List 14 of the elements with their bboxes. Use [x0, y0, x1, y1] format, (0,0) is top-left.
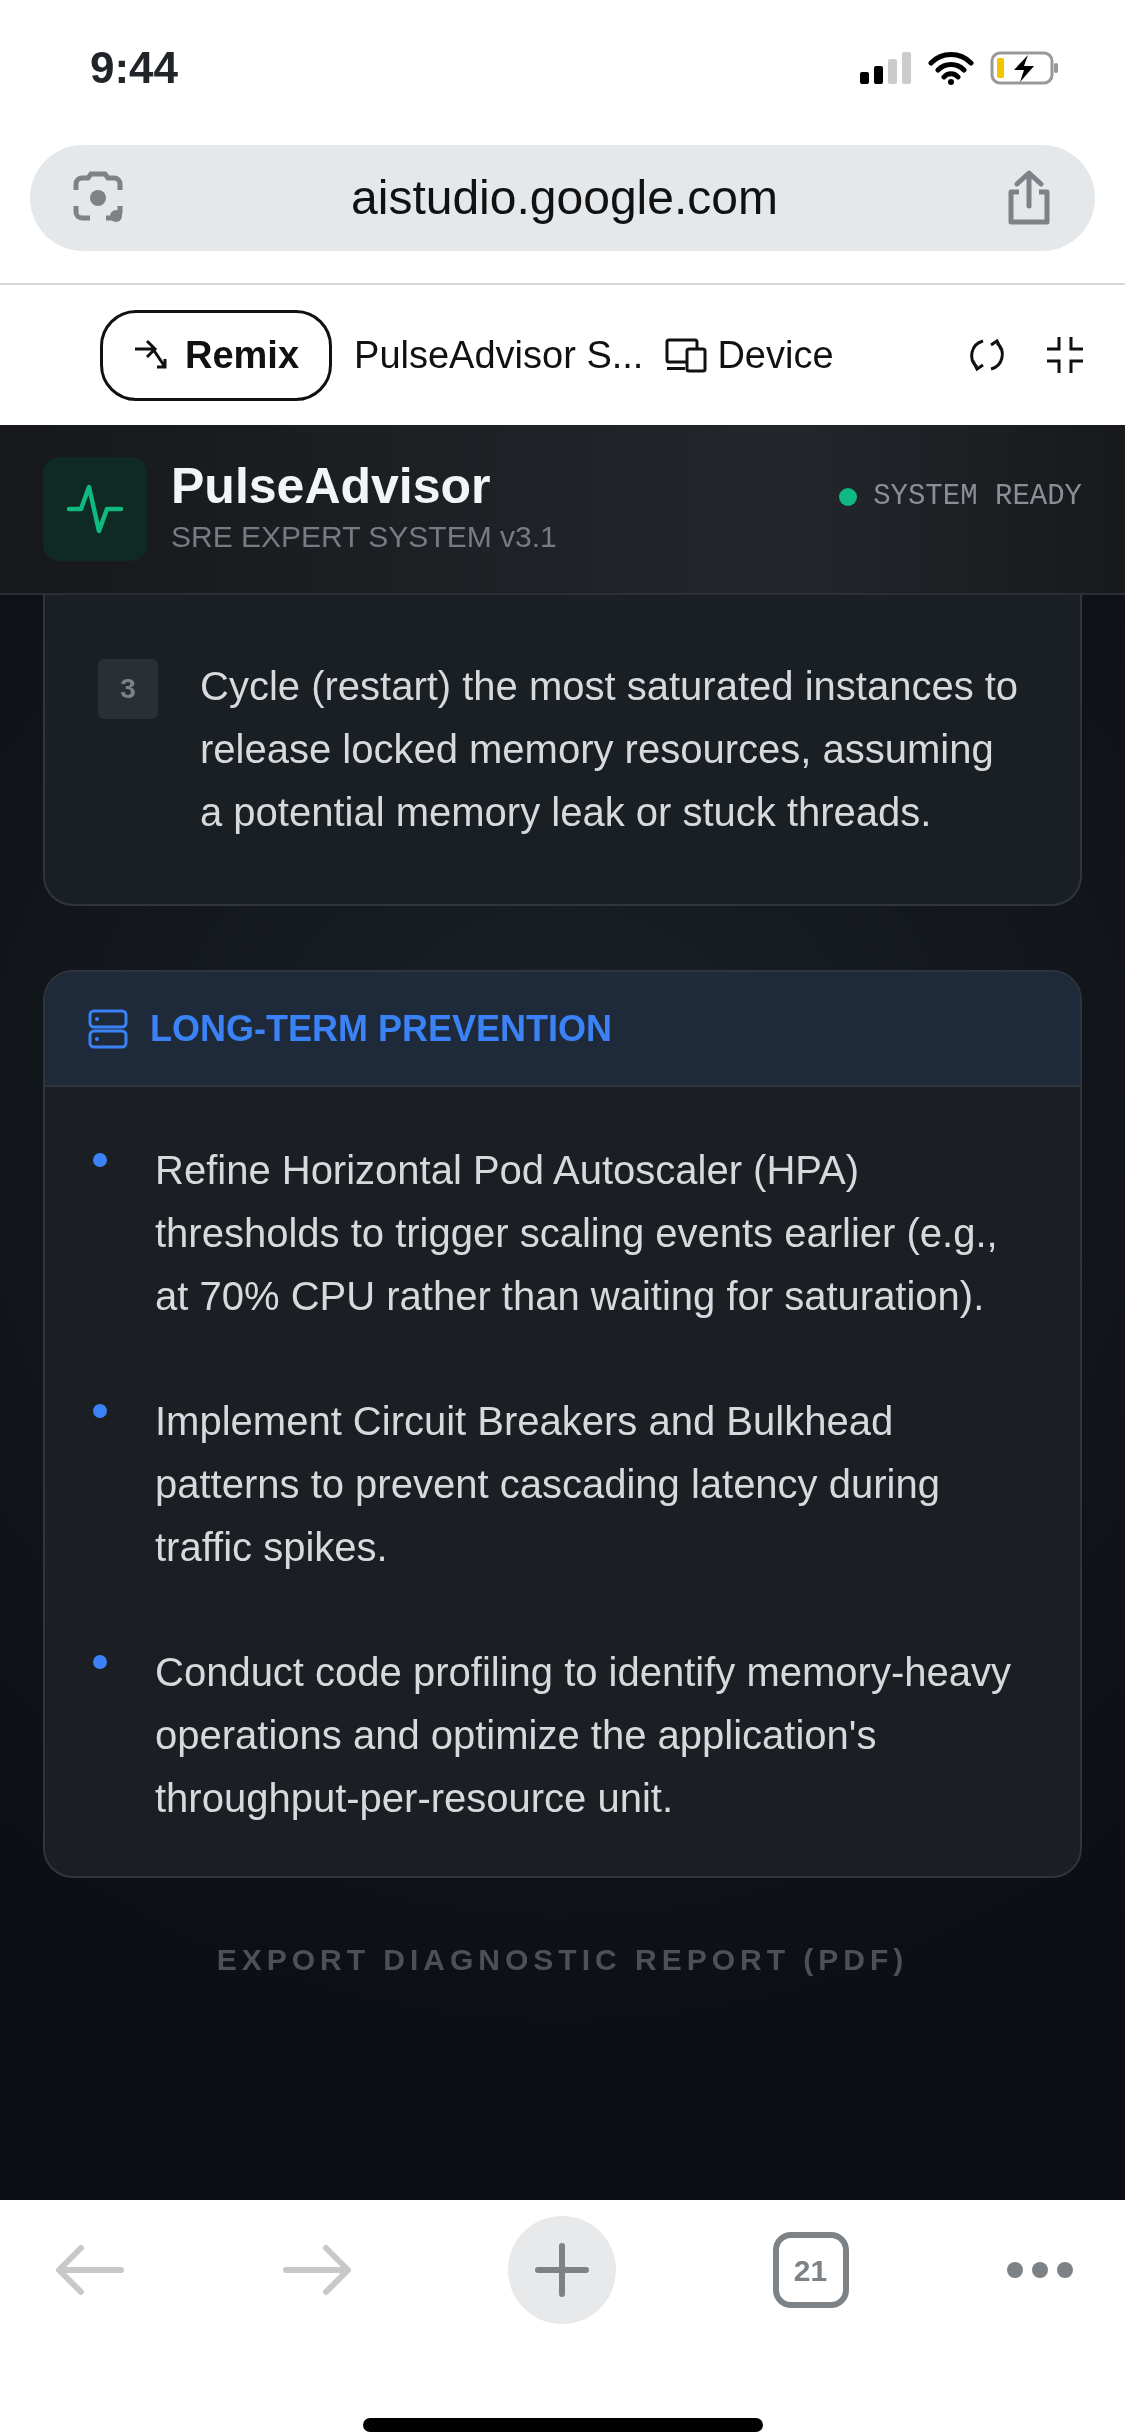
app-subtitle: SRE EXPERT SYSTEM v3.1: [171, 519, 557, 555]
step-number: 3: [98, 659, 158, 719]
prevention-text: Refine Horizontal Pod Autoscaler (HPA) thresholds to trigger scaling events earlier (e.g., at 70% CPU rather than waiting for saturation).: [155, 1147, 999, 1320]
page-title: PulseAdvisor S...: [354, 332, 644, 378]
status-text: SYSTEM READY: [873, 479, 1082, 516]
step-text: Cycle (restart) the most saturated instances to release locked memory resources, assuming a potential memory leak or stuck threads.: [200, 663, 1020, 836]
device-button[interactable]: Device: [665, 326, 834, 384]
app-name: PulseAdvisor: [171, 459, 492, 514]
prevention-text: Implement Circuit Breakers and Bulkhead patterns to prevent cascading latency during traffic spikes.: [155, 1398, 941, 1571]
time: 9:44: [90, 41, 179, 94]
tab-count-button[interactable]: 21: [772, 2232, 849, 2308]
section-title: LONG-TERM PREVENTION: [150, 1006, 612, 1051]
prevention-text: Conduct code profiling to identify memory-heavy operations and optimize the application's throughput-per-resource unit.: [155, 1649, 1012, 1822]
remix-button[interactable]: Remix: [100, 309, 333, 401]
